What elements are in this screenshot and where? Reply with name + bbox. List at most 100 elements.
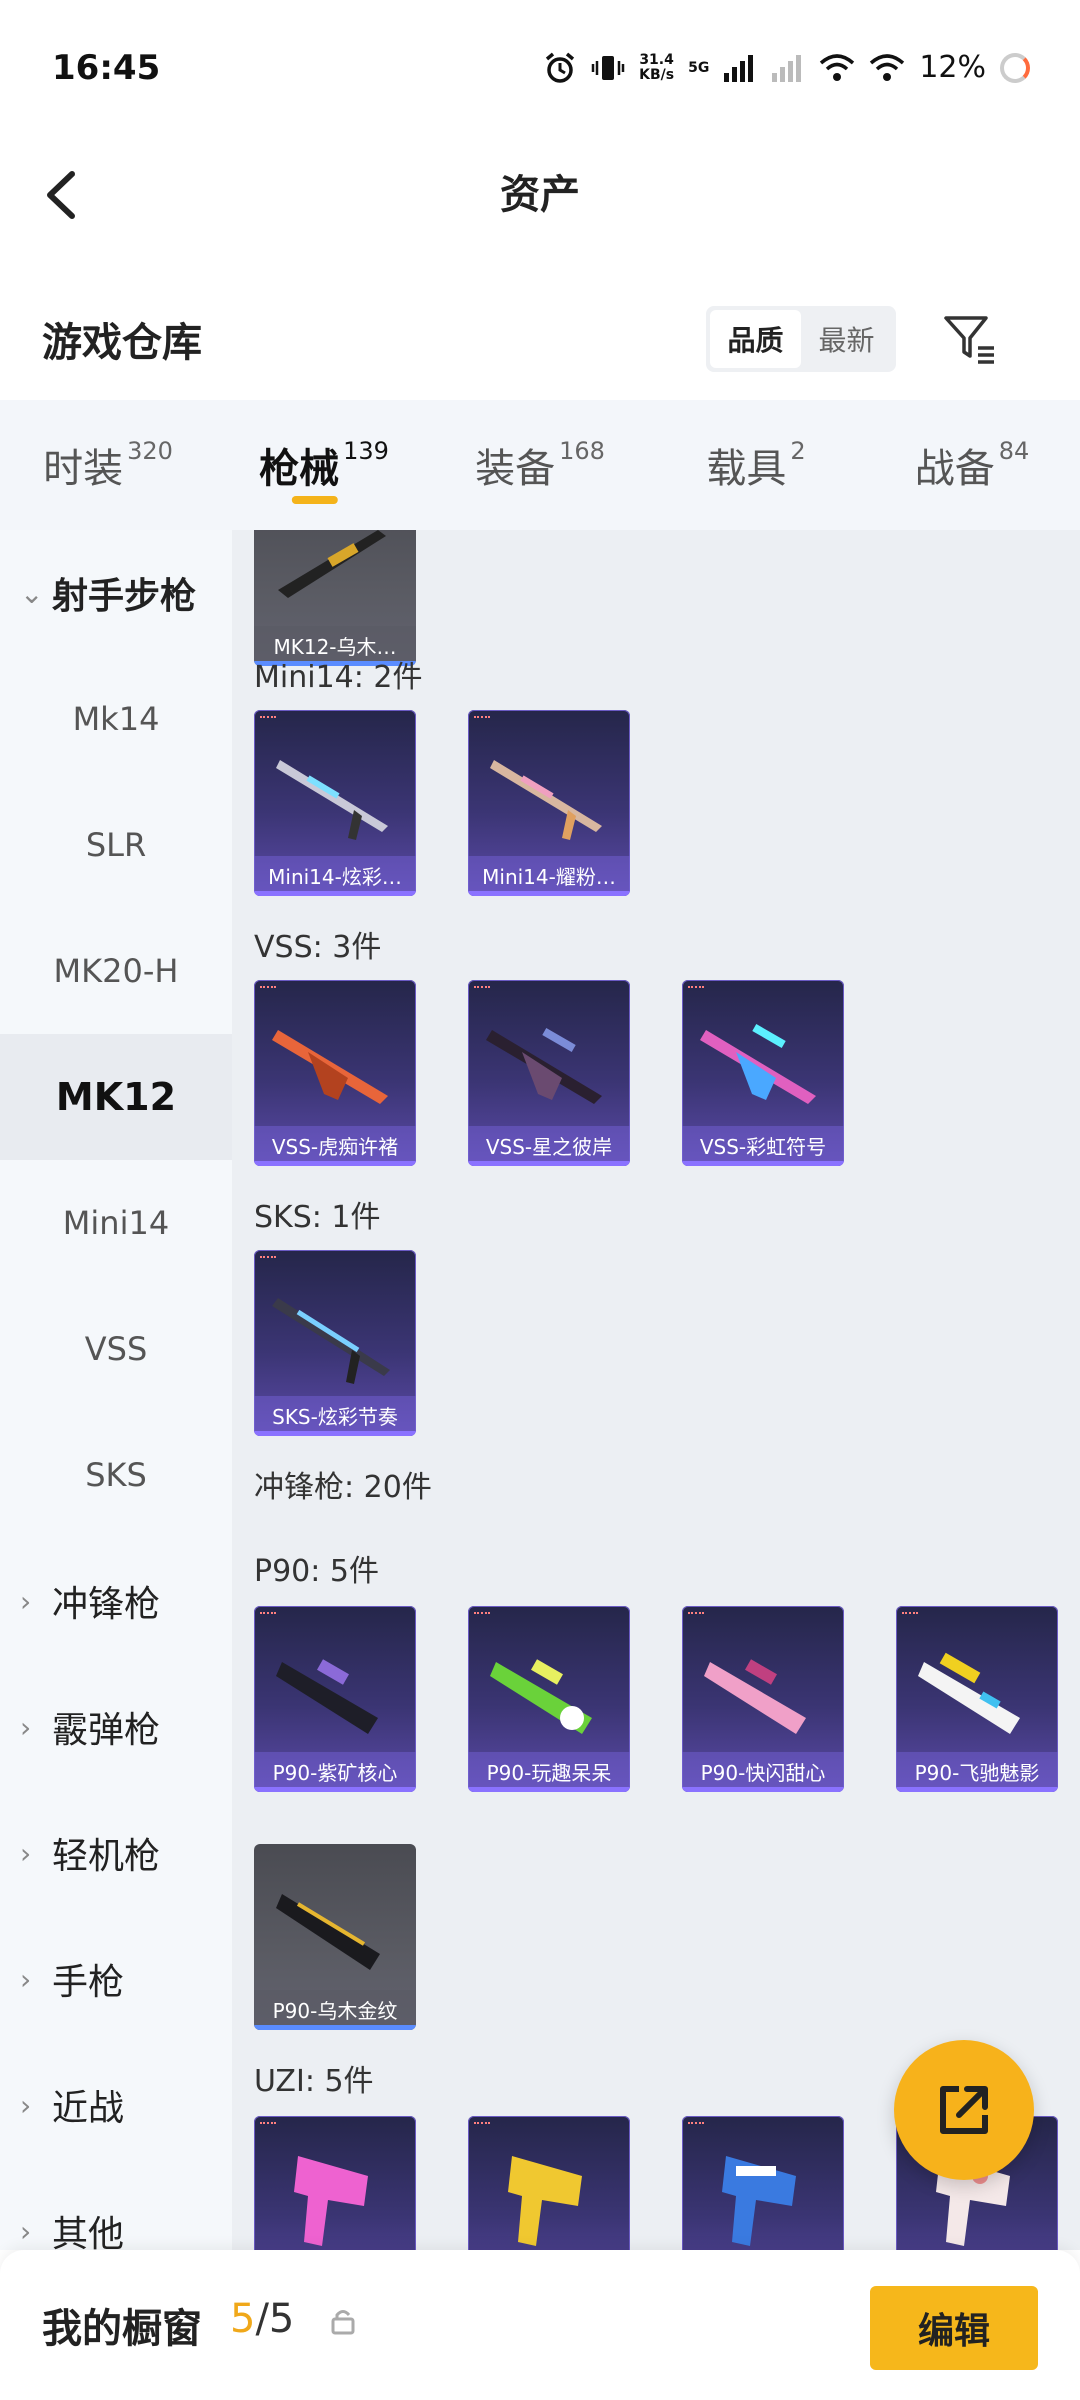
sidebar-group-pistol[interactable]: › 手枪 <box>0 1916 232 2042</box>
sidebar-item-vss[interactable]: VSS <box>0 1286 232 1412</box>
showcase-title: 我的橱窗 <box>42 2306 202 2352</box>
status-time: 16:45 <box>52 48 161 88</box>
section-heading: VSS: 3件 <box>254 930 382 965</box>
status-bar: 16:45 31.4 KB/s 5G 12% <box>0 0 1080 140</box>
sidebar-item-sks[interactable]: SKS <box>0 1412 232 1538</box>
smg-icon <box>918 1652 1020 1734</box>
wifi-plus-icon <box>820 53 855 81</box>
app-header: 资产 <box>0 140 1080 260</box>
pistol-smg-icon <box>722 2156 796 2246</box>
item-grid: MK12-乌木… Mini14: 2件 Mini14-炫彩… Mini14-耀粉… <box>232 530 1080 2250</box>
warehouse-title: 游戏仓库 <box>42 320 202 366</box>
item-card[interactable]: P90-飞驰魅影 <box>896 1606 1058 1792</box>
sniper-icon <box>486 1028 602 1104</box>
lock-icon <box>331 2310 355 2335</box>
share-fab-button[interactable] <box>894 2040 1034 2180</box>
tab-count: 139 <box>343 437 389 465</box>
tab-vehicles[interactable]: 载具 2 <box>648 400 864 530</box>
sidebar-item-mini14[interactable]: Mini14 <box>0 1160 232 1286</box>
item-card[interactable]: Mini14-耀粉… <box>468 710 630 896</box>
tab-label: 载具 <box>706 446 787 492</box>
item-name: P90-紫矿核心 <box>272 1761 398 1785</box>
warehouse-bar: 游戏仓库 品质 最新 <box>0 280 1080 400</box>
tab-label: 时装 <box>43 446 124 492</box>
item-card[interactable]: Mini14-炫彩… <box>254 710 416 896</box>
item-name: P90-飞驰魅影 <box>914 1761 1040 1785</box>
item-name: Mini14-耀粉… <box>482 865 616 889</box>
smg-icon <box>276 1894 380 1970</box>
item-name: P90-玩趣呆呆 <box>486 1761 612 1785</box>
sort-option-newest[interactable]: 最新 <box>801 310 892 368</box>
tab-equipment[interactable]: 装备 168 <box>432 400 648 530</box>
tab-guns[interactable]: 枪械 139 <box>216 400 432 530</box>
section-heading: 冲锋枪: 20件 <box>254 1470 432 1505</box>
wifi-icon <box>870 53 905 81</box>
item-card[interactable]: VSS-虎痴许褚 <box>254 980 416 1166</box>
item-card[interactable]: P90-快闪甜心 <box>682 1606 844 1792</box>
item-card[interactable]: P90-乌木金纹 <box>254 1844 416 2030</box>
tab-label: 装备 <box>475 446 556 492</box>
item-card[interactable]: SKS-炫彩节奏 <box>254 1250 416 1436</box>
item-name: SKS-炫彩节奏 <box>272 1405 398 1429</box>
smg-icon <box>704 1659 806 1734</box>
sidebar-group-lmg[interactable]: › 轻机枪 <box>0 1790 232 1916</box>
sidebar-item-mk12[interactable]: MK12 <box>0 1034 232 1160</box>
sniper-icon <box>700 1024 816 1104</box>
sidebar-group-shotgun[interactable]: › 霰弹枪 <box>0 1664 232 1790</box>
tab-fashion[interactable]: 时装 320 <box>0 400 216 530</box>
sidebar-item-mk20h[interactable]: MK20-H <box>0 908 232 1034</box>
tab-label: 枪械 <box>259 446 340 492</box>
edit-button[interactable]: 编辑 <box>870 2286 1038 2370</box>
network-type: 5G <box>688 59 710 76</box>
weapon-sidebar: ⌄ 射手步枪 Mk14 SLR MK20-H MK12 Mini14 VSS SK… <box>0 530 232 2255</box>
item-card[interactable] <box>254 2116 416 2250</box>
item-card[interactable]: MK12-乌木… <box>254 530 416 666</box>
signal-icon <box>724 54 754 82</box>
tab-label: 战备 <box>914 446 995 492</box>
chevron-right-icon: › <box>20 2088 32 2122</box>
item-name: VSS-彩虹符号 <box>699 1135 827 1159</box>
smg-icon <box>276 1659 378 1734</box>
filter-button[interactable] <box>940 310 1000 370</box>
showcase-count: 5/5 <box>230 2296 295 2342</box>
item-card[interactable]: VSS-星之彼岸 <box>468 980 630 1166</box>
chevron-down-icon: ⌄ <box>20 576 44 610</box>
signal-weak-icon <box>772 54 802 82</box>
alarm-icon <box>545 52 575 83</box>
filter-icon <box>944 316 994 364</box>
showcase-bar: 我的橱窗 5/5 编辑 <box>0 2250 1080 2400</box>
sort-option-quality[interactable]: 品质 <box>710 310 801 368</box>
item-name: VSS-虎痴许褚 <box>271 1135 399 1159</box>
item-card[interactable] <box>468 2116 630 2250</box>
sidebar-group-marksman[interactable]: ⌄ 射手步枪 <box>0 530 232 656</box>
battery-level: 12% <box>919 50 986 85</box>
chevron-right-icon: › <box>20 1962 32 1996</box>
item-card[interactable]: P90-玩趣呆呆 <box>468 1606 630 1792</box>
external-link-icon <box>940 2086 988 2134</box>
page-title: 资产 <box>500 172 580 218</box>
section-heading: Mini14: 2件 <box>254 660 423 695</box>
item-card[interactable]: P90-紫矿核心 <box>254 1606 416 1792</box>
tab-supplies[interactable]: 战备 84 <box>864 400 1080 530</box>
rifle-icon <box>490 760 602 840</box>
network-speed: 31.4 KB/s <box>639 51 675 83</box>
sidebar-group-melee[interactable]: › 近战 <box>0 2042 232 2168</box>
item-card[interactable] <box>682 2116 844 2250</box>
item-name: VSS-星之彼岸 <box>485 1135 613 1159</box>
item-card[interactable]: VSS-彩虹符号 <box>682 980 844 1166</box>
chevron-right-icon: › <box>20 1836 32 1870</box>
sidebar-item-mk14[interactable]: Mk14 <box>0 656 232 782</box>
chevron-right-icon: › <box>20 1710 32 1744</box>
rifle-icon <box>276 760 388 840</box>
tab-count: 84 <box>998 437 1030 465</box>
pistol-smg-icon <box>508 2156 582 2246</box>
category-tabs: 时装 320 枪械 139 装备 168 载具 2 战备 84 <box>0 400 1080 530</box>
tab-active-indicator <box>291 496 338 504</box>
chevron-right-icon: › <box>20 1584 32 1618</box>
tab-count: 320 <box>127 437 173 465</box>
rifle-icon <box>278 530 386 598</box>
chevron-right-icon: › <box>20 2214 32 2248</box>
sidebar-group-smg[interactable]: › 冲锋枪 <box>0 1538 232 1664</box>
sidebar-item-slr[interactable]: SLR <box>0 782 232 908</box>
section-heading: UZI: 5件 <box>254 2064 374 2099</box>
